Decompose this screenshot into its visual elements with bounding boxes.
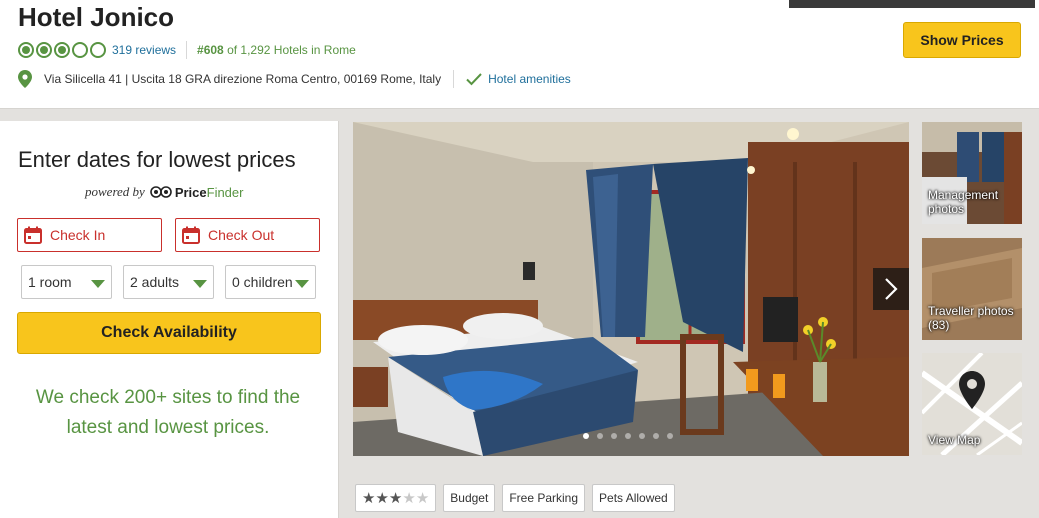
check-out-field[interactable]: Check Out <box>175 218 320 252</box>
map-pin-icon <box>18 70 32 88</box>
view-map-label: View Map <box>928 433 981 447</box>
checkmark-icon <box>466 73 482 86</box>
star-icon: ★ <box>375 489 389 507</box>
rating-bubble-icon <box>90 42 106 58</box>
pagination-dot[interactable] <box>583 433 589 439</box>
tag-pets-allowed[interactable]: Pets Allowed <box>592 484 675 512</box>
hotel-class-stars: ★ ★ ★ ★ ★ <box>362 491 429 506</box>
powered-by-text: powered by <box>85 184 145 199</box>
popularity-rank[interactable]: #608 of 1,292 Hotels in Rome <box>197 43 356 57</box>
traveller-photos-label: Traveller photos (83) <box>928 304 1014 332</box>
star-icon: ★ <box>415 489 430 507</box>
tag-free-parking[interactable]: Free Parking <box>502 484 586 512</box>
check-availability-button[interactable]: Check Availability <box>17 312 321 354</box>
price-finder-panel: Enter dates for lowest prices powered by… <box>0 121 339 518</box>
chevron-right-icon <box>885 278 898 300</box>
rank-text: of 1,292 Hotels in Rome <box>223 43 356 57</box>
dropdown-arrow-icon <box>91 280 105 288</box>
next-photo-button[interactable] <box>873 268 909 310</box>
brand-finder: Finder <box>206 184 244 200</box>
check-in-field[interactable]: Check In <box>17 218 162 252</box>
panel-title: Enter dates for lowest prices <box>18 147 296 172</box>
star-icon: ★ <box>402 489 416 507</box>
rating-bubbles <box>18 42 106 58</box>
hotel-name: Hotel Jonico <box>18 2 175 32</box>
photo-pagination-dots <box>583 433 673 439</box>
pagination-dot[interactable] <box>611 433 617 439</box>
calendar-icon <box>182 226 200 244</box>
check-out-label: Check Out <box>208 227 275 243</box>
main-hotel-photo[interactable] <box>353 122 909 456</box>
brand-price: Price <box>174 184 207 200</box>
management-photos-label: Management photos <box>928 188 999 216</box>
owl-icon <box>150 186 172 198</box>
rating-bubble-icon <box>72 42 88 58</box>
address-row: Via Silicella 41 | Uscita 18 GRA direzio… <box>18 68 571 90</box>
star-rating-tag: ★ ★ ★ ★ ★ <box>355 484 437 512</box>
map-marker-icon <box>959 371 985 409</box>
rooms-select[interactable]: 1 room <box>21 265 112 299</box>
pagination-dot[interactable] <box>597 433 603 439</box>
view-map-thumbnail[interactable]: View Map <box>922 353 1022 455</box>
pagination-dot[interactable] <box>625 433 631 439</box>
adults-select[interactable]: 2 adults <box>123 265 214 299</box>
promo-text: We check 200+ sites to find the latest a… <box>35 387 301 438</box>
hotel-header: Hotel Jonico 319 reviews #608 of 1,292 H… <box>0 0 1039 109</box>
dropdown-arrow-icon <box>295 280 309 288</box>
pagination-dot[interactable] <box>667 433 673 439</box>
dropdown-arrow-icon <box>193 280 207 288</box>
tag-budget[interactable]: Budget <box>443 484 496 512</box>
hotel-tags: ★ ★ ★ ★ ★ Budget Free Parking Pets Allow… <box>355 484 675 512</box>
children-select[interactable]: 0 children <box>225 265 316 299</box>
reviews-link[interactable]: 319 reviews <box>112 43 176 57</box>
children-value: 0 children <box>232 274 293 290</box>
management-photos-thumbnail[interactable]: Management photos <box>922 122 1022 224</box>
divider <box>453 70 455 88</box>
hotel-amenities-link[interactable]: Hotel amenities <box>488 72 571 86</box>
hotel-address: Via Silicella 41 | Uscita 18 GRA direzio… <box>44 72 442 86</box>
star-icon: ★ <box>362 489 376 507</box>
traveller-photos-thumbnail[interactable]: Traveller photos (83) <box>922 238 1022 340</box>
star-icon: ★ <box>388 489 403 507</box>
rating-bubble-icon <box>18 42 34 58</box>
rating-bubble-icon <box>36 42 52 58</box>
pagination-dot[interactable] <box>653 433 659 439</box>
rating-bubble-icon <box>54 42 70 58</box>
rating-row: 319 reviews #608 of 1,292 Hotels in Rome <box>18 40 356 60</box>
top-dark-bar <box>789 0 1035 8</box>
powered-by-pricefinder: powered by Price Finder <box>85 184 243 200</box>
rooms-value: 1 room <box>28 274 72 290</box>
adults-value: 2 adults <box>130 274 180 290</box>
rank-number: #608 <box>197 43 224 57</box>
divider <box>186 41 188 59</box>
hotel-room-image <box>353 122 909 456</box>
show-prices-button[interactable]: Show Prices <box>903 22 1021 58</box>
calendar-icon <box>24 226 42 244</box>
pagination-dot[interactable] <box>639 433 645 439</box>
check-in-label: Check In <box>50 227 106 243</box>
